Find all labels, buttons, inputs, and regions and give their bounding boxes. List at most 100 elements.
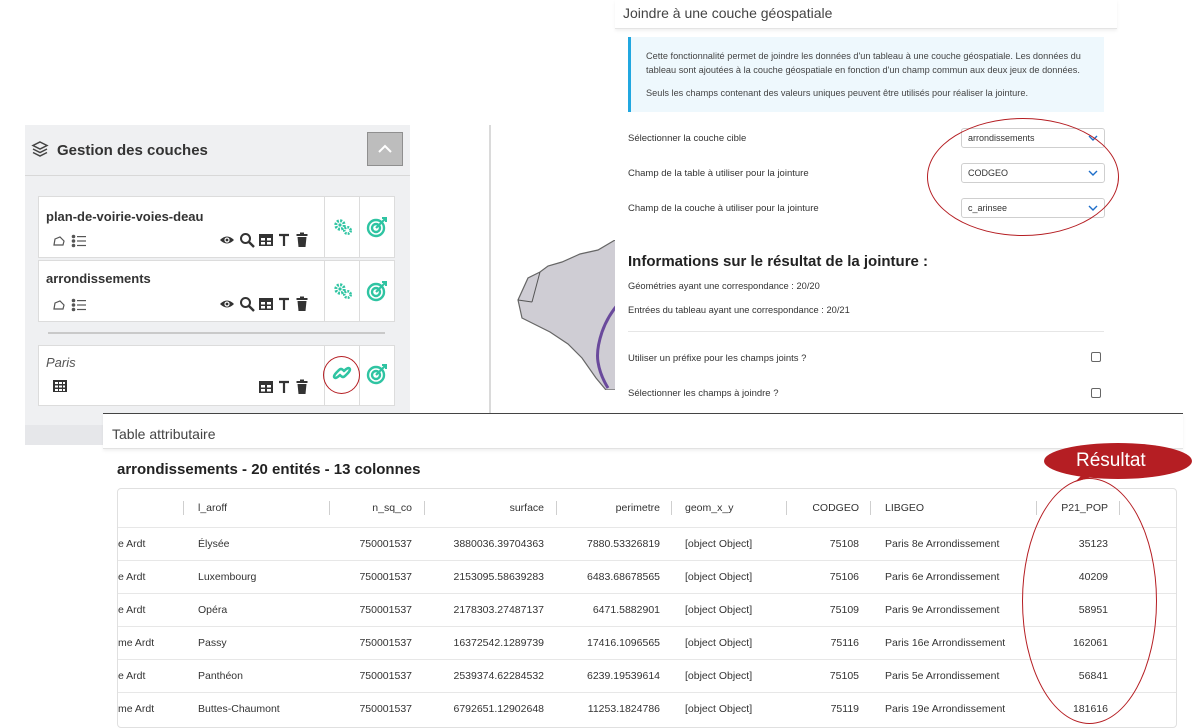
zoom-icon[interactable] <box>239 296 255 312</box>
table-cell: Buttes-Chaumont <box>198 703 280 715</box>
table-cell: 7880.53326819 <box>587 538 660 550</box>
cogs-icon[interactable] <box>333 282 353 302</box>
table-icon[interactable] <box>258 297 274 313</box>
table-cell: Paris 5e Arrondissement <box>885 670 1000 682</box>
column-header[interactable]: LIBGEO <box>885 502 924 514</box>
table-row[interactable]: e Ardt Élysée 750001537 3880036.39704363 788… <box>118 527 1176 560</box>
target-icon[interactable] <box>366 280 388 302</box>
table-cell: 75108 <box>829 538 859 550</box>
info-text-line2: tableau sont ajoutées à la couche géospa… <box>646 65 1080 75</box>
select-fields-checkbox[interactable] <box>1091 388 1101 398</box>
table-icon[interactable] <box>258 380 274 396</box>
table-cell: 75119 <box>830 703 859 715</box>
geometry-match-line: Géométries ayant une correspondance : 20… <box>628 281 820 291</box>
select-fields-label: Sélectionner les champs à joindre ? <box>628 388 779 399</box>
column-header[interactable]: geom_x_y <box>685 502 733 514</box>
table-cell: 750001537 <box>359 670 412 682</box>
polygon-icon <box>52 235 68 251</box>
table-cell: Paris 19e Arrondissement <box>885 703 1006 715</box>
table-cell: 75116 <box>830 637 859 649</box>
column-header[interactable]: CODGEO <box>798 502 859 514</box>
map-view[interactable] <box>510 240 620 390</box>
table-cell: Élysée <box>198 538 230 550</box>
legend-list-icon[interactable] <box>71 298 87 314</box>
table-cell: 16372542.1289739 <box>453 637 544 649</box>
eye-icon[interactable] <box>219 232 235 248</box>
selects-highlight-ellipse <box>927 118 1119 236</box>
table-cell: 6471.5882901 <box>592 604 660 616</box>
column-header[interactable]: l_aroff <box>198 502 227 514</box>
link-highlight-circle <box>323 356 360 394</box>
table-cell: 75109 <box>829 604 859 616</box>
layers-panel: Gestion des couches plan-de-voirie-voies… <box>25 125 410 445</box>
table-cell: [object Object] <box>685 604 753 616</box>
trash-icon[interactable] <box>295 232 311 248</box>
table-cell: [object Object] <box>685 670 753 682</box>
eye-icon[interactable] <box>219 296 235 312</box>
layer-name: plan-de-voirie-voies-deau <box>46 209 204 224</box>
table-cell: 750001537 <box>359 538 412 550</box>
join-panel-title: Joindre à une couche géospatiale <box>623 5 833 21</box>
table-cell: Paris 16e Arrondissement <box>885 637 1006 649</box>
info-text-line3: Seuls les champs contenant des valeurs u… <box>646 88 1029 98</box>
collapse-button[interactable] <box>367 132 403 166</box>
column-header[interactable]: perimetre <box>578 502 660 514</box>
map-panel-divider <box>489 125 491 413</box>
table-cell: Panthéon <box>198 670 243 682</box>
polygon-icon <box>52 299 68 315</box>
join-result-heading: Informations sur le résultat de la joint… <box>628 253 929 270</box>
table-cell: 2178303.27487137 <box>453 604 544 616</box>
attribute-table-title: Table attributaire <box>112 426 216 442</box>
trash-icon[interactable] <box>295 379 311 395</box>
table-cell: [object Object] <box>685 571 753 583</box>
table-row[interactable]: e Ardt Luxembourg 750001537 2153095.5863928… <box>118 560 1176 593</box>
layer-card-arrondissements[interactable]: arrondissements <box>38 260 395 322</box>
join-panel-header: Joindre à une couche géospatiale <box>615 0 1117 29</box>
zoom-icon[interactable] <box>239 232 255 248</box>
table-match-line: Entrées du tableau ayant une corresponda… <box>628 305 850 315</box>
table-row[interactable]: e Ardt Opéra 750001537 2178303.27487137 6471… <box>118 593 1176 626</box>
table-cell: 750001537 <box>359 604 412 616</box>
target-layer-label: Sélectionner la couche cible <box>628 133 747 144</box>
table-cell: 75105 <box>829 670 859 682</box>
table-cell: [object Object] <box>685 538 753 550</box>
column-header[interactable]: surface <box>458 502 544 514</box>
result-divider <box>628 331 1104 332</box>
table-row[interactable]: me Ardt Passy 750001537 16372542.1289739 174… <box>118 626 1176 659</box>
arrondissement-polygon <box>517 240 620 390</box>
cogs-icon[interactable] <box>333 218 353 238</box>
attribute-table[interactable]: l_aroff n_sq_co surface perimetre geom_x… <box>117 488 1177 728</box>
table-cell: 2153095.58639283 <box>453 571 544 583</box>
table-cell: 6792651.12902648 <box>453 703 544 715</box>
table-cell: 11253.1824786 <box>587 703 660 715</box>
text-label-icon[interactable] <box>277 379 293 395</box>
column-header[interactable]: n_sq_co <box>348 502 412 514</box>
info-box: Cette fonctionnalité permet de joindre l… <box>628 37 1104 112</box>
text-label-icon[interactable] <box>277 232 293 248</box>
table-cell: Passy <box>198 637 227 649</box>
table-cell: Paris 8e Arrondissement <box>885 538 1000 550</box>
table-cell: e Ardt <box>118 670 146 682</box>
table-row[interactable]: e Ardt Panthéon 750001537 2539374.62284532 6… <box>118 659 1176 692</box>
trash-icon[interactable] <box>295 296 311 312</box>
prefix-option-label: Utiliser un préfixe pour les champs join… <box>628 353 807 364</box>
layer-card-plan-de-voirie[interactable]: plan-de-voirie-voies-deau <box>38 196 395 258</box>
table-cell: [object Object] <box>685 637 753 649</box>
table-row[interactable]: me Ardt Buttes-Chaumont 750001537 6792651.1… <box>118 692 1176 725</box>
layers-icon <box>31 140 49 158</box>
chevron-up-icon <box>378 144 392 153</box>
prefix-checkbox[interactable] <box>1091 352 1101 362</box>
text-label-icon[interactable] <box>277 296 293 312</box>
layers-divider <box>48 332 385 334</box>
table-cell: Paris 6e Arrondissement <box>885 571 1000 583</box>
table-cell: 3880036.39704363 <box>453 538 544 550</box>
info-text-line1: Cette fonctionnalité permet de joindre l… <box>646 51 1081 61</box>
target-icon[interactable] <box>366 216 388 238</box>
table-field-label: Champ de la table à utiliser pour la joi… <box>628 168 809 179</box>
table-cell: 6239.19539614 <box>587 670 660 682</box>
table-cell: e Ardt <box>118 604 146 616</box>
layers-panel-header: Gestion des couches <box>25 125 410 176</box>
legend-list-icon[interactable] <box>71 234 87 250</box>
target-icon[interactable] <box>366 363 388 385</box>
table-icon[interactable] <box>258 233 274 249</box>
